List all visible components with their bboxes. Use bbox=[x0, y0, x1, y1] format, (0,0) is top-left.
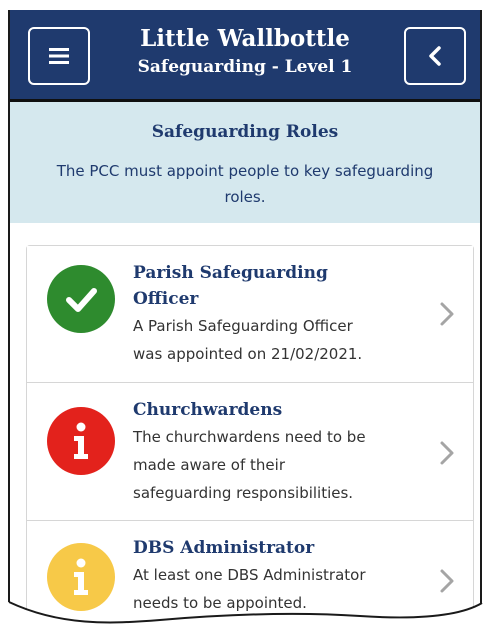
status-complete-badge bbox=[47, 265, 115, 333]
role-description: The churchwardens need to be made aware … bbox=[133, 423, 413, 507]
app-title: Little Wallbottle bbox=[140, 25, 350, 52]
hamburger-menu-icon bbox=[49, 48, 69, 64]
info-icon bbox=[74, 558, 88, 595]
role-item-parish-safeguarding-officer[interactable]: Parish Safeguarding Officer A Parish Saf… bbox=[27, 246, 473, 383]
app-screen: Little Wallbottle Safeguarding - Level 1… bbox=[8, 10, 482, 625]
role-title-line: Officer bbox=[133, 289, 199, 309]
role-title-line: Parish Safeguarding bbox=[133, 263, 328, 283]
back-button[interactable] bbox=[404, 27, 466, 85]
role-description: A Parish Safeguarding Officer was appoin… bbox=[133, 312, 413, 368]
role-description-line: The churchwardens need to be bbox=[133, 428, 366, 446]
section-description: The PCC must appoint people to key safeg… bbox=[56, 162, 434, 206]
section-banner: Safeguarding Roles The PCC must appoint … bbox=[10, 102, 480, 223]
info-icon bbox=[74, 422, 88, 459]
role-text: Churchwardens The churchwardens need to … bbox=[133, 397, 413, 507]
app-header: Little Wallbottle Safeguarding - Level 1 bbox=[10, 10, 480, 102]
roles-list: Parish Safeguarding Officer A Parish Saf… bbox=[26, 245, 474, 625]
role-description-line: safeguarding responsibilities. bbox=[133, 484, 354, 502]
status-action-required-badge bbox=[47, 407, 115, 475]
header-titles: Little Wallbottle Safeguarding - Level 1 bbox=[100, 24, 390, 80]
check-icon bbox=[66, 288, 97, 312]
role-description-line: was appointed on 21/02/2021. bbox=[133, 345, 363, 363]
role-text: Parish Safeguarding Officer A Parish Saf… bbox=[133, 260, 413, 368]
role-description-line: At least one DBS Administrator bbox=[133, 566, 366, 584]
role-item-churchwardens[interactable]: Churchwardens The churchwardens need to … bbox=[27, 383, 473, 521]
chevron-right-icon bbox=[440, 569, 454, 593]
role-description-line: A Parish Safeguarding Officer bbox=[133, 317, 353, 335]
chevron-right-icon bbox=[440, 441, 454, 465]
role-title: Parish Safeguarding Officer bbox=[133, 260, 413, 312]
role-description-line: made aware of their bbox=[133, 456, 285, 474]
chevron-left-icon bbox=[429, 46, 441, 66]
torn-edge-divider bbox=[0, 601, 489, 633]
section-title: Safeguarding Roles bbox=[151, 122, 339, 142]
app-subtitle: Safeguarding - Level 1 bbox=[137, 57, 353, 77]
menu-button[interactable] bbox=[28, 27, 90, 85]
role-title: Churchwardens bbox=[133, 400, 283, 420]
chevron-right-icon bbox=[440, 302, 454, 326]
role-title: DBS Administrator bbox=[133, 538, 315, 558]
